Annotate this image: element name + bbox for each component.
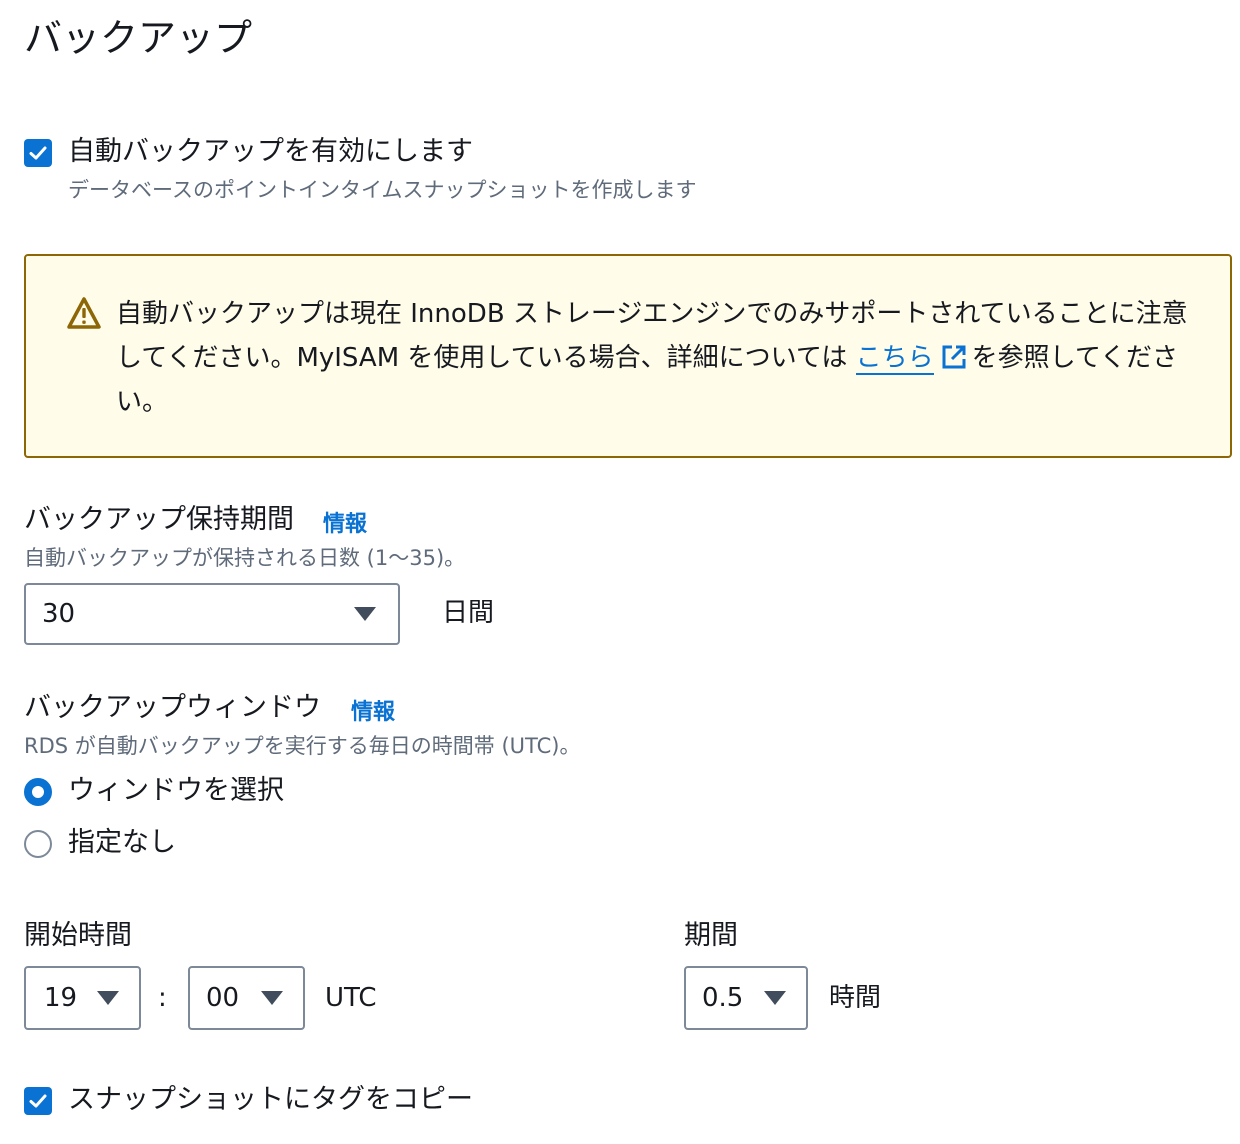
duration-label: 期間 — [684, 920, 738, 951]
radio-no-preference-label[interactable]: 指定なし — [68, 825, 176, 861]
external-link-icon[interactable] — [940, 343, 968, 371]
auto-backup-checkbox[interactable] — [24, 139, 52, 167]
retention-info-link[interactable]: 情報 — [323, 506, 367, 538]
copy-tags-label[interactable]: スナップショットにタグをコピー — [68, 1082, 473, 1118]
radio-choose-window-label[interactable]: ウィンドウを選択 — [68, 773, 284, 809]
duration-value: 0.5 — [702, 983, 744, 1013]
start-hour-value: 19 — [44, 983, 78, 1013]
warning-alert: 自動バックアップは現在 InnoDB ストレージエンジンでのみサポートされている… — [24, 254, 1232, 458]
radio-choose-window[interactable] — [24, 778, 52, 806]
retention-description: 自動バックアップが保持される日数 (1〜35)。 — [24, 546, 466, 570]
retention-select[interactable]: 30 — [24, 583, 400, 645]
time-separator: : — [158, 983, 167, 1013]
retention-unit: 日間 — [442, 598, 495, 628]
duration-select[interactable]: 0.5 — [684, 966, 808, 1030]
alert-message: 自動バックアップは現在 InnoDB ストレージエンジンでのみサポートされている… — [116, 292, 1196, 424]
page-title: バックアップ — [24, 16, 253, 60]
start-minute-value: 00 — [206, 983, 240, 1013]
caret-down-icon — [764, 991, 786, 1005]
radio-no-preference[interactable] — [24, 830, 52, 858]
start-time-label: 開始時間 — [24, 920, 132, 951]
auto-backup-description: データベースのポイントインタイムスナップショットを作成します — [68, 178, 697, 202]
window-description: RDS が自動バックアップを実行する毎日の時間帯 (UTC)。 — [24, 734, 581, 758]
checkmark-icon — [29, 1094, 47, 1108]
copy-tags-checkbox[interactable] — [24, 1087, 52, 1115]
window-label: バックアップウィンドウ — [24, 692, 321, 723]
duration-unit: 時間 — [829, 983, 882, 1013]
checkmark-icon — [29, 146, 47, 160]
start-minute-select[interactable]: 00 — [188, 966, 305, 1030]
alert-link[interactable]: こちら — [855, 343, 934, 375]
retention-label: バックアップ保持期間 — [24, 504, 294, 535]
timezone-label: UTC — [325, 983, 377, 1013]
caret-down-icon — [97, 991, 119, 1005]
start-hour-select[interactable]: 19 — [24, 966, 141, 1030]
warning-icon — [67, 297, 101, 329]
window-info-link[interactable]: 情報 — [351, 694, 395, 726]
caret-down-icon — [261, 991, 283, 1005]
auto-backup-label[interactable]: 自動バックアップを有効にします — [68, 134, 473, 170]
retention-value: 30 — [42, 599, 76, 629]
caret-down-icon — [354, 607, 376, 621]
